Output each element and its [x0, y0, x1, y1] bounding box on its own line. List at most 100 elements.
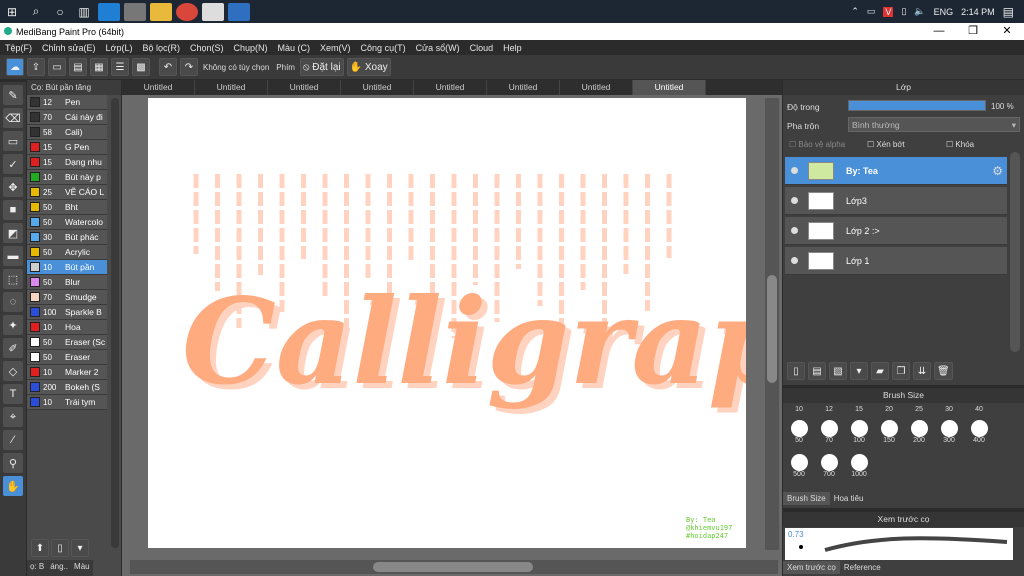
brush-size-option[interactable]: 20 [875, 406, 903, 413]
tab-navigator[interactable]: Hoa tiêu [830, 492, 868, 505]
notification-icon[interactable]: ▭ [867, 6, 876, 17]
brush-size-option[interactable]: 30 [935, 406, 963, 413]
menu-edit[interactable]: Chỉnh sửa(E) [37, 43, 101, 53]
tab-layer-short[interactable]: áng.. [47, 560, 72, 576]
menu-snap[interactable]: Chụp(N) [229, 43, 273, 53]
lock-checkbox[interactable]: ☐ Khóa [946, 140, 974, 149]
text-tool-icon[interactable]: T [3, 384, 23, 404]
fill-rect-tool-icon[interactable]: ■ [3, 200, 23, 220]
layer-list-scrollbar[interactable] [1010, 152, 1020, 352]
eyedropper-tool-icon[interactable]: ⚲ [3, 453, 23, 473]
cortana-icon[interactable]: ○ [48, 0, 72, 23]
brush-size-option[interactable]: 150 [875, 420, 903, 444]
medibang-app-icon[interactable] [202, 2, 224, 21]
document-tab[interactable]: Untitled [195, 80, 268, 95]
file-explorer-icon[interactable] [150, 2, 172, 21]
share-icon[interactable]: ⇪ [27, 58, 45, 76]
blend-mode-select[interactable]: Bình thường ▾ [848, 117, 1020, 132]
rectangle-tool-icon[interactable]: ▭ [3, 131, 23, 151]
tab-brush-size[interactable]: Brush Size [783, 492, 830, 505]
brush-item[interactable]: 12 Pen [27, 95, 107, 110]
clip-checkbox[interactable]: ☐ Xén bớt [867, 140, 905, 149]
brush-size-option[interactable]: 700 [815, 454, 843, 478]
menu-select[interactable]: Chọn(S) [185, 43, 229, 53]
eraser-tool-icon[interactable]: ⌫ [3, 108, 23, 128]
menu-help[interactable]: Help [498, 43, 527, 53]
brush-item[interactable]: 100 Sparkle B [27, 305, 107, 320]
duplicate-layer-icon[interactable]: ❐ [892, 362, 910, 380]
reset-button[interactable]: ⦸ Đặt lại [299, 58, 344, 76]
vivaldi-icon[interactable]: V [883, 6, 894, 17]
document-tab[interactable]: Untitled [268, 80, 341, 95]
menu-view[interactable]: Xem(V) [315, 43, 356, 53]
lasso-tool-icon[interactable]: ◌ [3, 292, 23, 312]
visibility-icon[interactable] [791, 167, 798, 174]
document-tab[interactable]: Untitled [122, 80, 195, 95]
close-button[interactable]: ✕ [990, 23, 1024, 40]
brush-size-option[interactable]: 50 [785, 420, 813, 444]
menu-window[interactable]: Cửa sổ(W) [411, 43, 465, 53]
brush-item[interactable]: 30 Bút phác [27, 230, 107, 245]
check-tool-icon[interactable]: ✓ [3, 154, 23, 174]
brush-size-option[interactable]: 12 [815, 406, 843, 413]
new-brush-icon[interactable]: ▯ [51, 539, 69, 557]
brush-item[interactable]: 15 Dạng nhu [27, 155, 107, 170]
move-tool-icon[interactable]: ✥ [3, 177, 23, 197]
cloud-icon[interactable]: ☁ [6, 58, 24, 76]
language-indicator[interactable]: ENG [934, 7, 954, 17]
opacity-slider[interactable] [848, 100, 986, 111]
new-halftone-layer-icon[interactable]: ▤ [808, 362, 826, 380]
visibility-icon[interactable] [791, 227, 798, 234]
brush-item[interactable]: 10 Bút này p [27, 170, 107, 185]
brush-size-option[interactable]: 400 [965, 420, 993, 444]
folder-icon[interactable]: ▰ [871, 362, 889, 380]
network-icon[interactable]: ▯ [901, 6, 906, 17]
brush-item[interactable]: 25 VẼ CÁO L [27, 185, 107, 200]
select-pen-tool-icon[interactable]: ✐ [3, 338, 23, 358]
brush-size-option[interactable]: 15 [845, 406, 873, 413]
layer-item-lop3[interactable]: Lớp3 [785, 187, 1007, 215]
brush-size-option[interactable]: 200 [905, 420, 933, 444]
brush-item[interactable]: 50 Eraser [27, 350, 107, 365]
new-layer-icon[interactable]: ▯ [787, 362, 805, 380]
brush-item[interactable]: 70 Cái này đi [27, 110, 107, 125]
brush-item[interactable]: 10 Bút pần [27, 260, 107, 275]
new-8bit-layer-icon[interactable]: ▧ [829, 362, 847, 380]
brush-item[interactable]: 50 Eraser (Sc [27, 335, 107, 350]
canvas-horizontal-scroll-thumb[interactable] [373, 562, 533, 572]
menu-color[interactable]: Màu (C) [273, 43, 316, 53]
brush-item[interactable]: 50 Acrylic [27, 245, 107, 260]
brush-item[interactable]: 10 Hoa [27, 320, 107, 335]
brush-item[interactable]: 10 Marker 2 [27, 365, 107, 380]
task-view-icon[interactable]: ▥ [72, 0, 96, 23]
tab-color[interactable]: Màu [71, 560, 93, 576]
canvas-vertical-scroll-thumb[interactable] [767, 275, 777, 383]
windows-start-icon[interactable]: ⊞ [0, 0, 24, 23]
document-tab[interactable]: Untitled [560, 80, 633, 95]
grid-icon[interactable]: ▩ [132, 58, 150, 76]
comment-icon[interactable]: ▭ [48, 58, 66, 76]
trash-icon[interactable]: 🗑 [934, 362, 953, 380]
menu-tools[interactable]: Công cụ(T) [356, 43, 411, 53]
tab-preview[interactable]: Xem trước cọ [783, 561, 840, 574]
menu-filter[interactable]: Bộ lọc(R) [137, 43, 185, 53]
clock[interactable]: 2:14 PM [961, 7, 995, 17]
menu-file[interactable]: Tệp(F) [0, 43, 37, 53]
canvas-paper[interactable]: Calligraphy Calligraphy By: Tea @khiemvu… [148, 98, 958, 548]
action-center-icon[interactable]: ▤ [1003, 5, 1014, 19]
brush-item[interactable]: 50 Bht [27, 200, 107, 215]
chrome-app-icon[interactable] [176, 2, 198, 21]
edge-app-icon[interactable] [98, 2, 120, 21]
volume-icon[interactable]: 🔈 [914, 6, 925, 17]
undo-button[interactable]: ↶ [159, 58, 177, 76]
tab-brush[interactable]: ọ: B [27, 560, 48, 576]
brush-menu-icon[interactable]: ▾ [71, 539, 89, 557]
tab-reference[interactable]: Reference [840, 561, 885, 574]
brush-item[interactable]: 50 Blur [27, 275, 107, 290]
select-eraser-tool-icon[interactable]: ◇ [3, 361, 23, 381]
visibility-icon[interactable] [791, 197, 798, 204]
list-icon[interactable]: ☰ [111, 58, 129, 76]
search-icon[interactable]: ⌕ [24, 0, 48, 23]
menu-cloud[interactable]: Cloud [465, 43, 499, 53]
paint-app-icon[interactable] [228, 2, 250, 21]
